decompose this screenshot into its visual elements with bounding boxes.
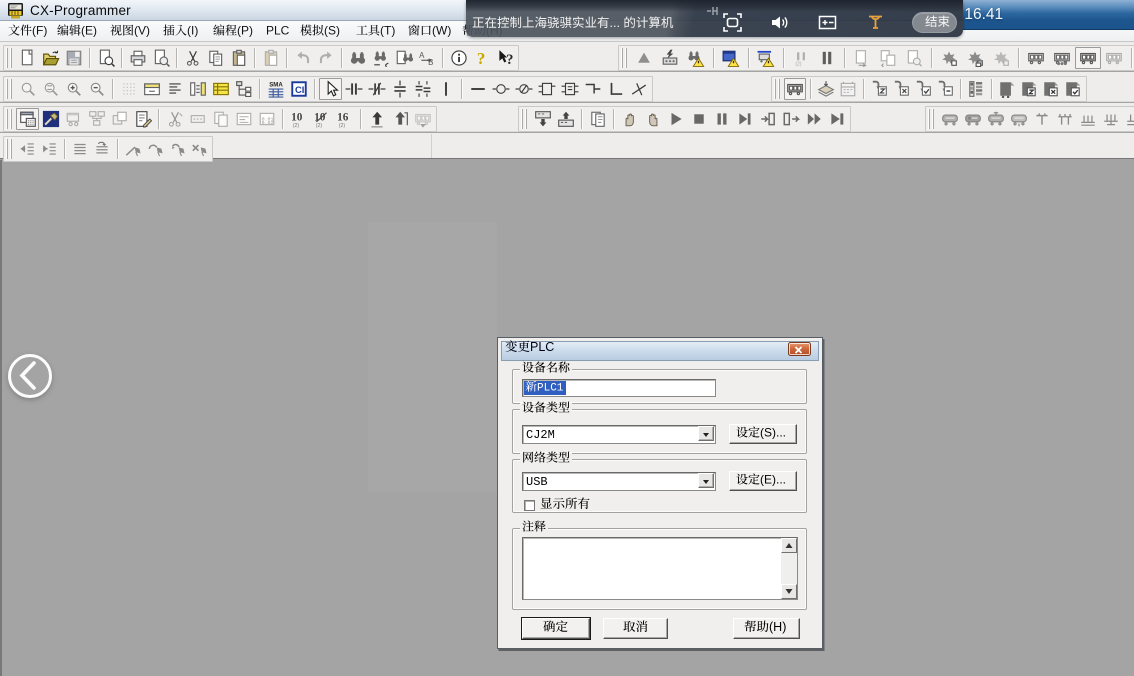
svg-text:(F): (F) [32,24,47,38]
svg-text:PLC: PLC [266,24,290,38]
svg-text:(V): (V) [134,24,150,38]
svg-text:(E): (E) [81,24,97,38]
svg-text:(E)...: (E)... [760,473,786,487]
svg-text:...: ... [610,16,620,30]
svg-text:(H): (H) [769,620,786,634]
svg-text:(S)...: (S)... [760,426,786,440]
svg-text:(T): (T) [380,24,395,38]
svg-text:(W): (W) [432,24,451,38]
svg-text:PLC: PLC [530,340,554,354]
svg-text:(P): (P) [237,24,253,38]
svg-text:PLC1: PLC1 [537,383,564,395]
svg-text:(I): (I) [187,24,198,38]
svg-text:(S): (S) [324,24,340,38]
